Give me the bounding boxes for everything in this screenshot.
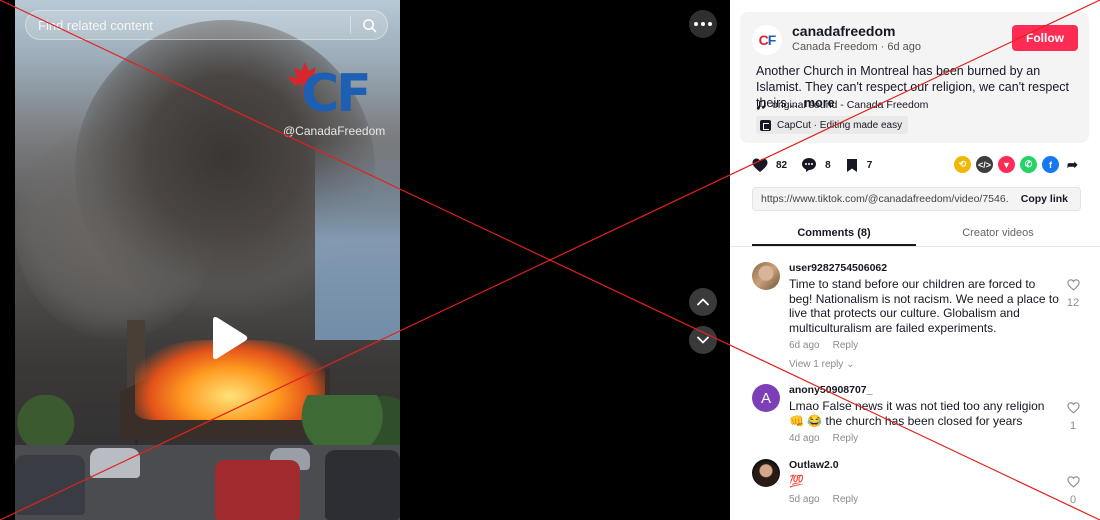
sound-link[interactable]: original sound - Canada Freedom bbox=[756, 99, 928, 111]
nickname-text: Canada Freedom bbox=[792, 41, 878, 53]
heart-outline-icon bbox=[1066, 402, 1080, 414]
share-arrow-icon[interactable]: ➦ bbox=[1064, 156, 1081, 173]
repost-icon[interactable]: ⟲ bbox=[954, 156, 971, 173]
like-button[interactable]: 82 bbox=[752, 158, 787, 173]
reply-button[interactable]: Reply bbox=[833, 433, 859, 444]
save-count: 7 bbox=[866, 159, 873, 171]
comment-like-button[interactable]: 12 bbox=[1065, 278, 1081, 309]
play-icon[interactable] bbox=[205, 316, 249, 360]
comment-like-button[interactable]: 0 bbox=[1065, 475, 1081, 506]
follow-button[interactable]: Follow bbox=[1012, 25, 1078, 51]
search-bar bbox=[25, 10, 388, 40]
dot-icon bbox=[701, 22, 705, 26]
next-video-button[interactable] bbox=[689, 326, 717, 354]
video-player[interactable]: CF @CanadaFreedom bbox=[15, 0, 400, 520]
tab-comments[interactable]: Comments (8) bbox=[752, 220, 916, 246]
send-to-friends-icon[interactable]: ▼ bbox=[998, 156, 1015, 173]
search-icon bbox=[362, 18, 376, 32]
car bbox=[325, 450, 400, 520]
capcut-label: CapCut · Editing made easy bbox=[777, 119, 903, 131]
commenter-username[interactable]: user9282754506062 bbox=[789, 262, 1059, 274]
commenter-avatar[interactable] bbox=[752, 262, 780, 290]
music-note-icon bbox=[756, 100, 765, 110]
facebook-icon[interactable]: f bbox=[1042, 156, 1059, 173]
tab-creator-videos[interactable]: Creator videos bbox=[916, 220, 1080, 246]
watermark-handle: @CanadaFreedom bbox=[283, 124, 386, 138]
sound-label: original sound - Canada Freedom bbox=[772, 99, 929, 111]
details-panel: CF canadafreedom Canada Freedom · 6d ago… bbox=[730, 0, 1100, 520]
share-row: ⟲ </> ▼ ✆ f ➦ bbox=[954, 156, 1081, 173]
video-url[interactable]: https://www.tiktok.com/@canadafreedom/vi… bbox=[753, 193, 1009, 205]
author-nickname: Canada Freedom · 6d ago bbox=[792, 41, 922, 53]
video-stage: CF @CanadaFreedom bbox=[0, 0, 730, 520]
comment-text: 💯 bbox=[789, 474, 804, 488]
capcut-icon bbox=[760, 119, 771, 131]
comment-time: 5d ago bbox=[789, 493, 820, 505]
more-options-button[interactable] bbox=[689, 10, 717, 38]
reply-button[interactable]: Reply bbox=[833, 340, 859, 351]
comment-time: 4d ago bbox=[789, 433, 820, 444]
author-avatar[interactable]: CF bbox=[752, 25, 782, 55]
comment-icon bbox=[802, 158, 817, 172]
comment-count: 8 bbox=[825, 159, 831, 171]
commenter-avatar[interactable]: A bbox=[752, 384, 780, 412]
dot-icon bbox=[694, 22, 698, 26]
avatar-letter: A bbox=[760, 389, 771, 407]
tab-divider bbox=[730, 246, 1100, 247]
save-button[interactable]: 7 bbox=[845, 158, 873, 173]
avatar-letter: F bbox=[767, 32, 777, 48]
dot-icon bbox=[708, 22, 712, 26]
bookmark-icon bbox=[846, 158, 857, 172]
commenter-username[interactable]: Outlaw2.0 bbox=[789, 459, 1059, 471]
video-link-box: https://www.tiktok.com/@canadafreedom/vi… bbox=[752, 187, 1081, 211]
previous-video-button[interactable] bbox=[689, 288, 717, 316]
comment-like-count: 0 bbox=[1069, 494, 1077, 506]
commenter-avatar[interactable] bbox=[752, 459, 780, 487]
copy-link-button[interactable]: Copy link bbox=[1009, 193, 1080, 205]
car bbox=[90, 448, 140, 478]
author-username[interactable]: canadafreedom bbox=[792, 23, 895, 39]
whatsapp-icon[interactable]: ✆ bbox=[1020, 156, 1037, 173]
search-input[interactable] bbox=[26, 11, 350, 39]
logo-text: CF bbox=[301, 64, 372, 124]
comment-like-count: 1 bbox=[1069, 420, 1077, 432]
car bbox=[15, 455, 85, 515]
action-bar: 82 8 7 bbox=[752, 155, 886, 175]
capcut-badge[interactable]: CapCut · Editing made easy bbox=[756, 116, 909, 134]
sky bbox=[315, 140, 400, 340]
like-count: 82 bbox=[776, 159, 788, 171]
tab-bar: Comments (8) Creator videos bbox=[752, 220, 1081, 246]
comment-like-count: 12 bbox=[1066, 297, 1080, 309]
comment-button[interactable]: 8 bbox=[801, 157, 831, 173]
canada-freedom-logo: CF bbox=[287, 62, 387, 124]
post-info-card: CF canadafreedom Canada Freedom · 6d ago… bbox=[740, 12, 1089, 143]
chevron-down-icon bbox=[697, 336, 709, 344]
comment-text: Lmao False news it was not tied too any … bbox=[789, 399, 1045, 428]
commenter-username[interactable]: anony50908707_ bbox=[789, 384, 1059, 396]
post-time: 6d ago bbox=[887, 41, 922, 53]
comment-text: Time to stand before our children are fo… bbox=[789, 277, 1059, 335]
view-replies-button[interactable]: View 1 reply ⌄ bbox=[789, 359, 1059, 370]
heart-outline-icon bbox=[1066, 476, 1080, 488]
comment-time: 6d ago bbox=[789, 340, 820, 351]
chevron-up-icon bbox=[697, 298, 709, 306]
reply-button[interactable]: Reply bbox=[833, 494, 859, 505]
car bbox=[215, 460, 300, 520]
comment-like-button[interactable]: 1 bbox=[1065, 401, 1081, 432]
heart-outline-icon bbox=[1066, 279, 1080, 291]
avatar-letter: C bbox=[758, 32, 769, 48]
search-button[interactable] bbox=[351, 11, 387, 39]
embed-icon[interactable]: </> bbox=[976, 156, 993, 173]
heart-icon bbox=[752, 158, 768, 172]
